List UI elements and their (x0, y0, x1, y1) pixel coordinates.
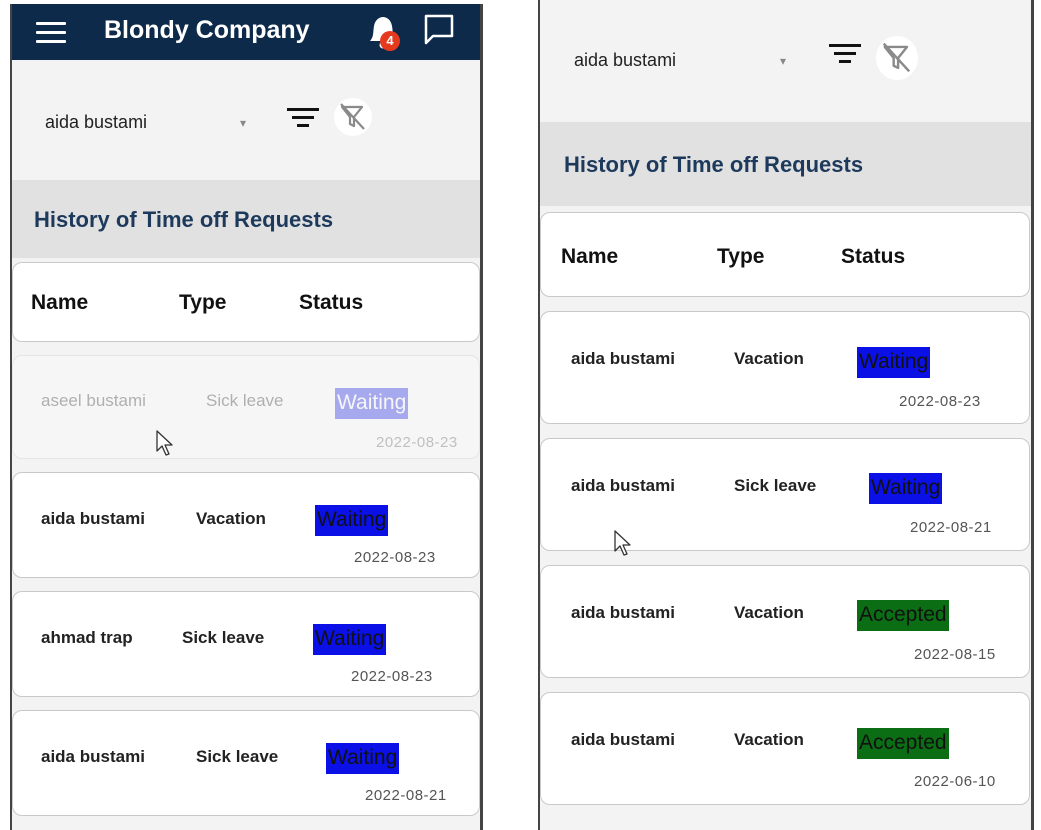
status-badge: Waiting (313, 624, 387, 655)
column-header-type: Type (179, 291, 227, 314)
request-name: ahmad trap (41, 628, 133, 647)
sort-icon[interactable] (286, 108, 320, 130)
status-badge: Waiting (315, 505, 389, 536)
column-header-status: Status (841, 245, 906, 268)
request-type: Vacation (734, 349, 804, 368)
request-type: Sick leave (734, 476, 817, 495)
user-select[interactable]: aida bustami (45, 112, 147, 133)
request-name: aseel bustami (41, 391, 146, 410)
notification-bell-icon[interactable]: 4 (366, 13, 400, 53)
column-header-name: Name (31, 291, 89, 314)
section-header: History of Time off Requests (540, 122, 1031, 206)
clear-filter-icon[interactable] (876, 36, 918, 80)
section-title: History of Time off Requests (564, 152, 864, 177)
status-badge: Waiting (326, 743, 400, 774)
request-date: 2022-08-23 (376, 434, 458, 451)
section-title: History of Time off Requests (34, 207, 334, 232)
request-type: Sick leave (182, 628, 265, 647)
phone-screen-right: aida bustami ▾ History of Time off Reque… (538, 0, 1034, 830)
app-bar: Blondy Company 4 (12, 4, 480, 60)
status-badge: Accepted (857, 600, 949, 631)
table-header: Name Type Status (540, 212, 1030, 297)
mouse-cursor-icon (155, 429, 175, 457)
app-title: Blondy Company (104, 16, 310, 44)
request-date: 2022-08-21 (910, 519, 992, 536)
request-type: Sick leave (206, 391, 284, 410)
user-select[interactable]: aida bustami (574, 50, 676, 71)
status-badge: Waiting (335, 388, 409, 419)
notification-badge: 4 (380, 31, 400, 51)
table-header: Name Type Status (12, 262, 480, 342)
chat-icon[interactable] (422, 12, 456, 46)
request-type: Vacation (734, 603, 804, 622)
list-item[interactable]: aseel bustami Sick leave Waiting 2022-08… (12, 355, 480, 459)
phone-screen-left: Blondy Company 4 aida bustami ▾ History … (10, 4, 483, 830)
list-item[interactable]: ahmad trap Sick leave Waiting 2022-08-23 (12, 591, 480, 697)
request-date: 2022-08-23 (899, 393, 981, 410)
request-date: 2022-08-21 (365, 787, 447, 804)
request-name: aida bustami (41, 747, 145, 766)
list-item[interactable]: aida bustami Vacation Waiting 2022-08-23 (12, 472, 480, 578)
request-name: aida bustami (571, 349, 675, 368)
request-date: 2022-08-23 (354, 549, 436, 566)
request-type: Vacation (196, 509, 266, 528)
status-badge: Waiting (869, 473, 943, 504)
list-item[interactable]: aida bustami Vacation Accepted 2022-08-1… (540, 565, 1030, 678)
chevron-down-icon[interactable]: ▾ (780, 54, 786, 68)
status-badge: Accepted (857, 728, 949, 759)
column-header-status: Status (299, 291, 364, 314)
request-date: 2022-06-10 (914, 773, 996, 790)
request-name: aida bustami (41, 509, 145, 528)
request-date: 2022-08-23 (351, 668, 433, 685)
request-date: 2022-08-15 (914, 646, 996, 663)
list-item[interactable]: aida bustami Vacation Accepted 2022-06-1… (540, 692, 1030, 805)
request-type: Vacation (734, 730, 804, 749)
chevron-down-icon[interactable]: ▾ (240, 116, 246, 130)
request-name: aida bustami (571, 476, 675, 495)
clear-filter-icon[interactable] (334, 98, 372, 136)
column-header-name: Name (561, 245, 619, 268)
section-header: History of Time off Requests (12, 180, 480, 258)
filter-bar: aida bustami ▾ (12, 60, 480, 180)
list-item[interactable]: aida bustami Sick leave Waiting 2022-08-… (12, 710, 480, 816)
mouse-cursor-icon (613, 529, 633, 557)
filter-bar: aida bustami ▾ (540, 0, 1031, 120)
menu-icon[interactable] (36, 22, 66, 44)
column-header-type: Type (717, 245, 765, 268)
request-type: Sick leave (196, 747, 279, 766)
list-item[interactable]: aida bustami Vacation Waiting 2022-08-23 (540, 311, 1030, 424)
request-name: aida bustami (571, 730, 675, 749)
sort-icon[interactable] (828, 44, 862, 66)
status-badge: Waiting (857, 347, 931, 378)
request-name: aida bustami (571, 603, 675, 622)
